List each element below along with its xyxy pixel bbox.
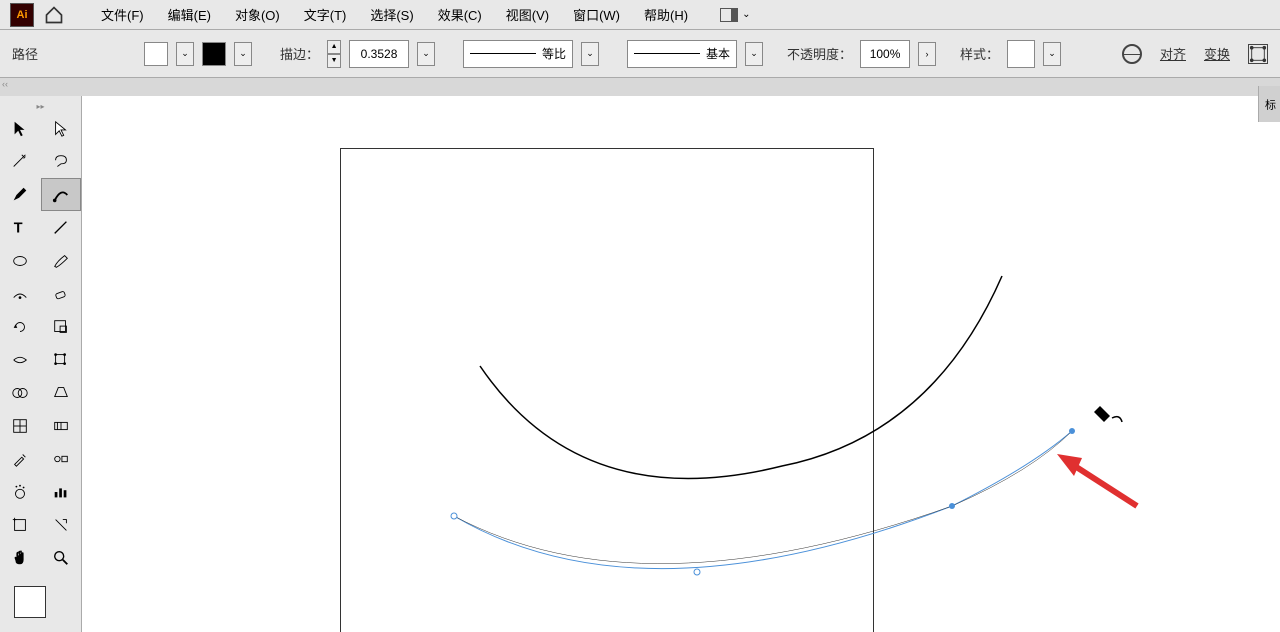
fill-stroke-indicator[interactable]	[0, 582, 82, 632]
menu-file[interactable]: 文件(F)	[89, 1, 156, 28]
stroke-weight-dropdown[interactable]: ⌄	[417, 42, 435, 66]
stroke-weight-input[interactable]	[349, 40, 409, 68]
menu-effect[interactable]: 效果(C)	[426, 1, 494, 28]
blend-tool[interactable]	[41, 442, 81, 475]
app-icon: Ai	[10, 3, 34, 27]
menu-type[interactable]: 文字(T)	[292, 1, 359, 28]
width-tool[interactable]	[0, 343, 40, 376]
rotate-tool[interactable]	[0, 310, 40, 343]
mesh-tool[interactable]	[0, 409, 40, 442]
pen-tool[interactable]	[0, 178, 40, 211]
toolbar: ▸▸ T	[0, 96, 82, 632]
anchor-point[interactable]	[949, 503, 955, 509]
selection-tool[interactable]	[0, 112, 40, 145]
canvas[interactable]	[82, 96, 1280, 632]
home-icon[interactable]	[44, 5, 64, 25]
style-label: 样式：	[960, 44, 999, 63]
symbol-sprayer-tool[interactable]	[0, 475, 40, 508]
eraser-tool[interactable]	[41, 277, 81, 310]
menu-object[interactable]: 对象(O)	[223, 1, 292, 28]
type-tool[interactable]: T	[0, 211, 40, 244]
shaper-tool[interactable]	[0, 277, 40, 310]
menubar: Ai 文件(F) 编辑(E) 对象(O) 文字(T) 选择(S) 效果(C) 视…	[0, 0, 1280, 30]
side-panel-tab[interactable]: 标	[1258, 86, 1280, 122]
fill-color-box[interactable]	[14, 586, 46, 618]
direct-selection-tool[interactable]	[41, 112, 81, 145]
opacity-dropdown[interactable]: ›	[918, 42, 936, 66]
slice-tool[interactable]	[41, 508, 81, 541]
style-dropdown[interactable]: ⌄	[1043, 42, 1061, 66]
isolate-icon[interactable]	[1248, 44, 1268, 64]
paintbrush-tool[interactable]	[41, 244, 81, 277]
shape-builder-tool[interactable]	[0, 376, 40, 409]
align-panel-link[interactable]: 对齐	[1160, 44, 1186, 63]
mode-label: 路径	[12, 44, 38, 63]
panel-icon	[720, 8, 738, 22]
lasso-tool[interactable]	[41, 145, 81, 178]
fill-swatch[interactable]	[144, 42, 168, 66]
magic-wand-tool[interactable]	[0, 145, 40, 178]
menu-edit[interactable]: 编辑(E)	[156, 1, 223, 28]
free-transform-tool[interactable]	[41, 343, 81, 376]
svg-text:T: T	[14, 220, 23, 236]
opacity-input[interactable]	[860, 40, 910, 68]
column-graph-tool[interactable]	[41, 475, 81, 508]
zoom-tool[interactable]	[41, 541, 81, 574]
artboard-tool[interactable]	[0, 508, 40, 541]
artboard	[340, 148, 874, 632]
stroke-up[interactable]: ▲	[327, 40, 341, 54]
ellipse-tool[interactable]	[0, 244, 40, 277]
curvature-tool[interactable]	[41, 178, 81, 211]
menu-select[interactable]: 选择(S)	[358, 1, 425, 28]
red-arrow-annotation	[1057, 454, 1137, 506]
stroke-profile[interactable]: 等比	[463, 40, 573, 68]
menu-view[interactable]: 视图(V)	[494, 1, 561, 28]
control-bar: 路径 ⌄ ⌄ 描边： ▲ ▼ ⌄ 等比 ⌄ 基本 ⌄ 不透明度： › 样式： ⌄…	[0, 30, 1280, 78]
perspective-tool[interactable]	[41, 376, 81, 409]
stroke-dropdown[interactable]: ⌄	[234, 42, 252, 66]
workspace-switcher[interactable]: ⌄	[720, 8, 750, 22]
fill-dropdown[interactable]: ⌄	[176, 42, 194, 66]
scale-tool[interactable]	[41, 310, 81, 343]
stroke-label: 描边：	[280, 44, 319, 63]
hand-tool[interactable]	[0, 541, 40, 574]
pen-cursor-icon	[1094, 406, 1122, 422]
eyedropper-tool[interactable]	[0, 442, 40, 475]
profile-dropdown[interactable]: ⌄	[581, 42, 599, 66]
menu-window[interactable]: 窗口(W)	[561, 1, 632, 28]
brush-definition[interactable]: 基本	[627, 40, 737, 68]
gradient-tool[interactable]	[41, 409, 81, 442]
opacity-label: 不透明度：	[787, 44, 852, 63]
stroke-down[interactable]: ▼	[327, 54, 341, 68]
collapse-indicator[interactable]: ‹‹	[2, 79, 8, 89]
stroke-swatch[interactable]	[202, 42, 226, 66]
menu-help[interactable]: 帮助(H)	[632, 1, 700, 28]
document-tabs: ‹‹	[0, 78, 1280, 96]
transform-panel-link[interactable]: 变换	[1204, 44, 1230, 63]
recolor-icon[interactable]	[1122, 44, 1142, 64]
anchor-point[interactable]	[1069, 428, 1075, 434]
line-tool[interactable]	[41, 211, 81, 244]
brush-dropdown[interactable]: ⌄	[745, 42, 763, 66]
style-swatch[interactable]	[1007, 40, 1035, 68]
